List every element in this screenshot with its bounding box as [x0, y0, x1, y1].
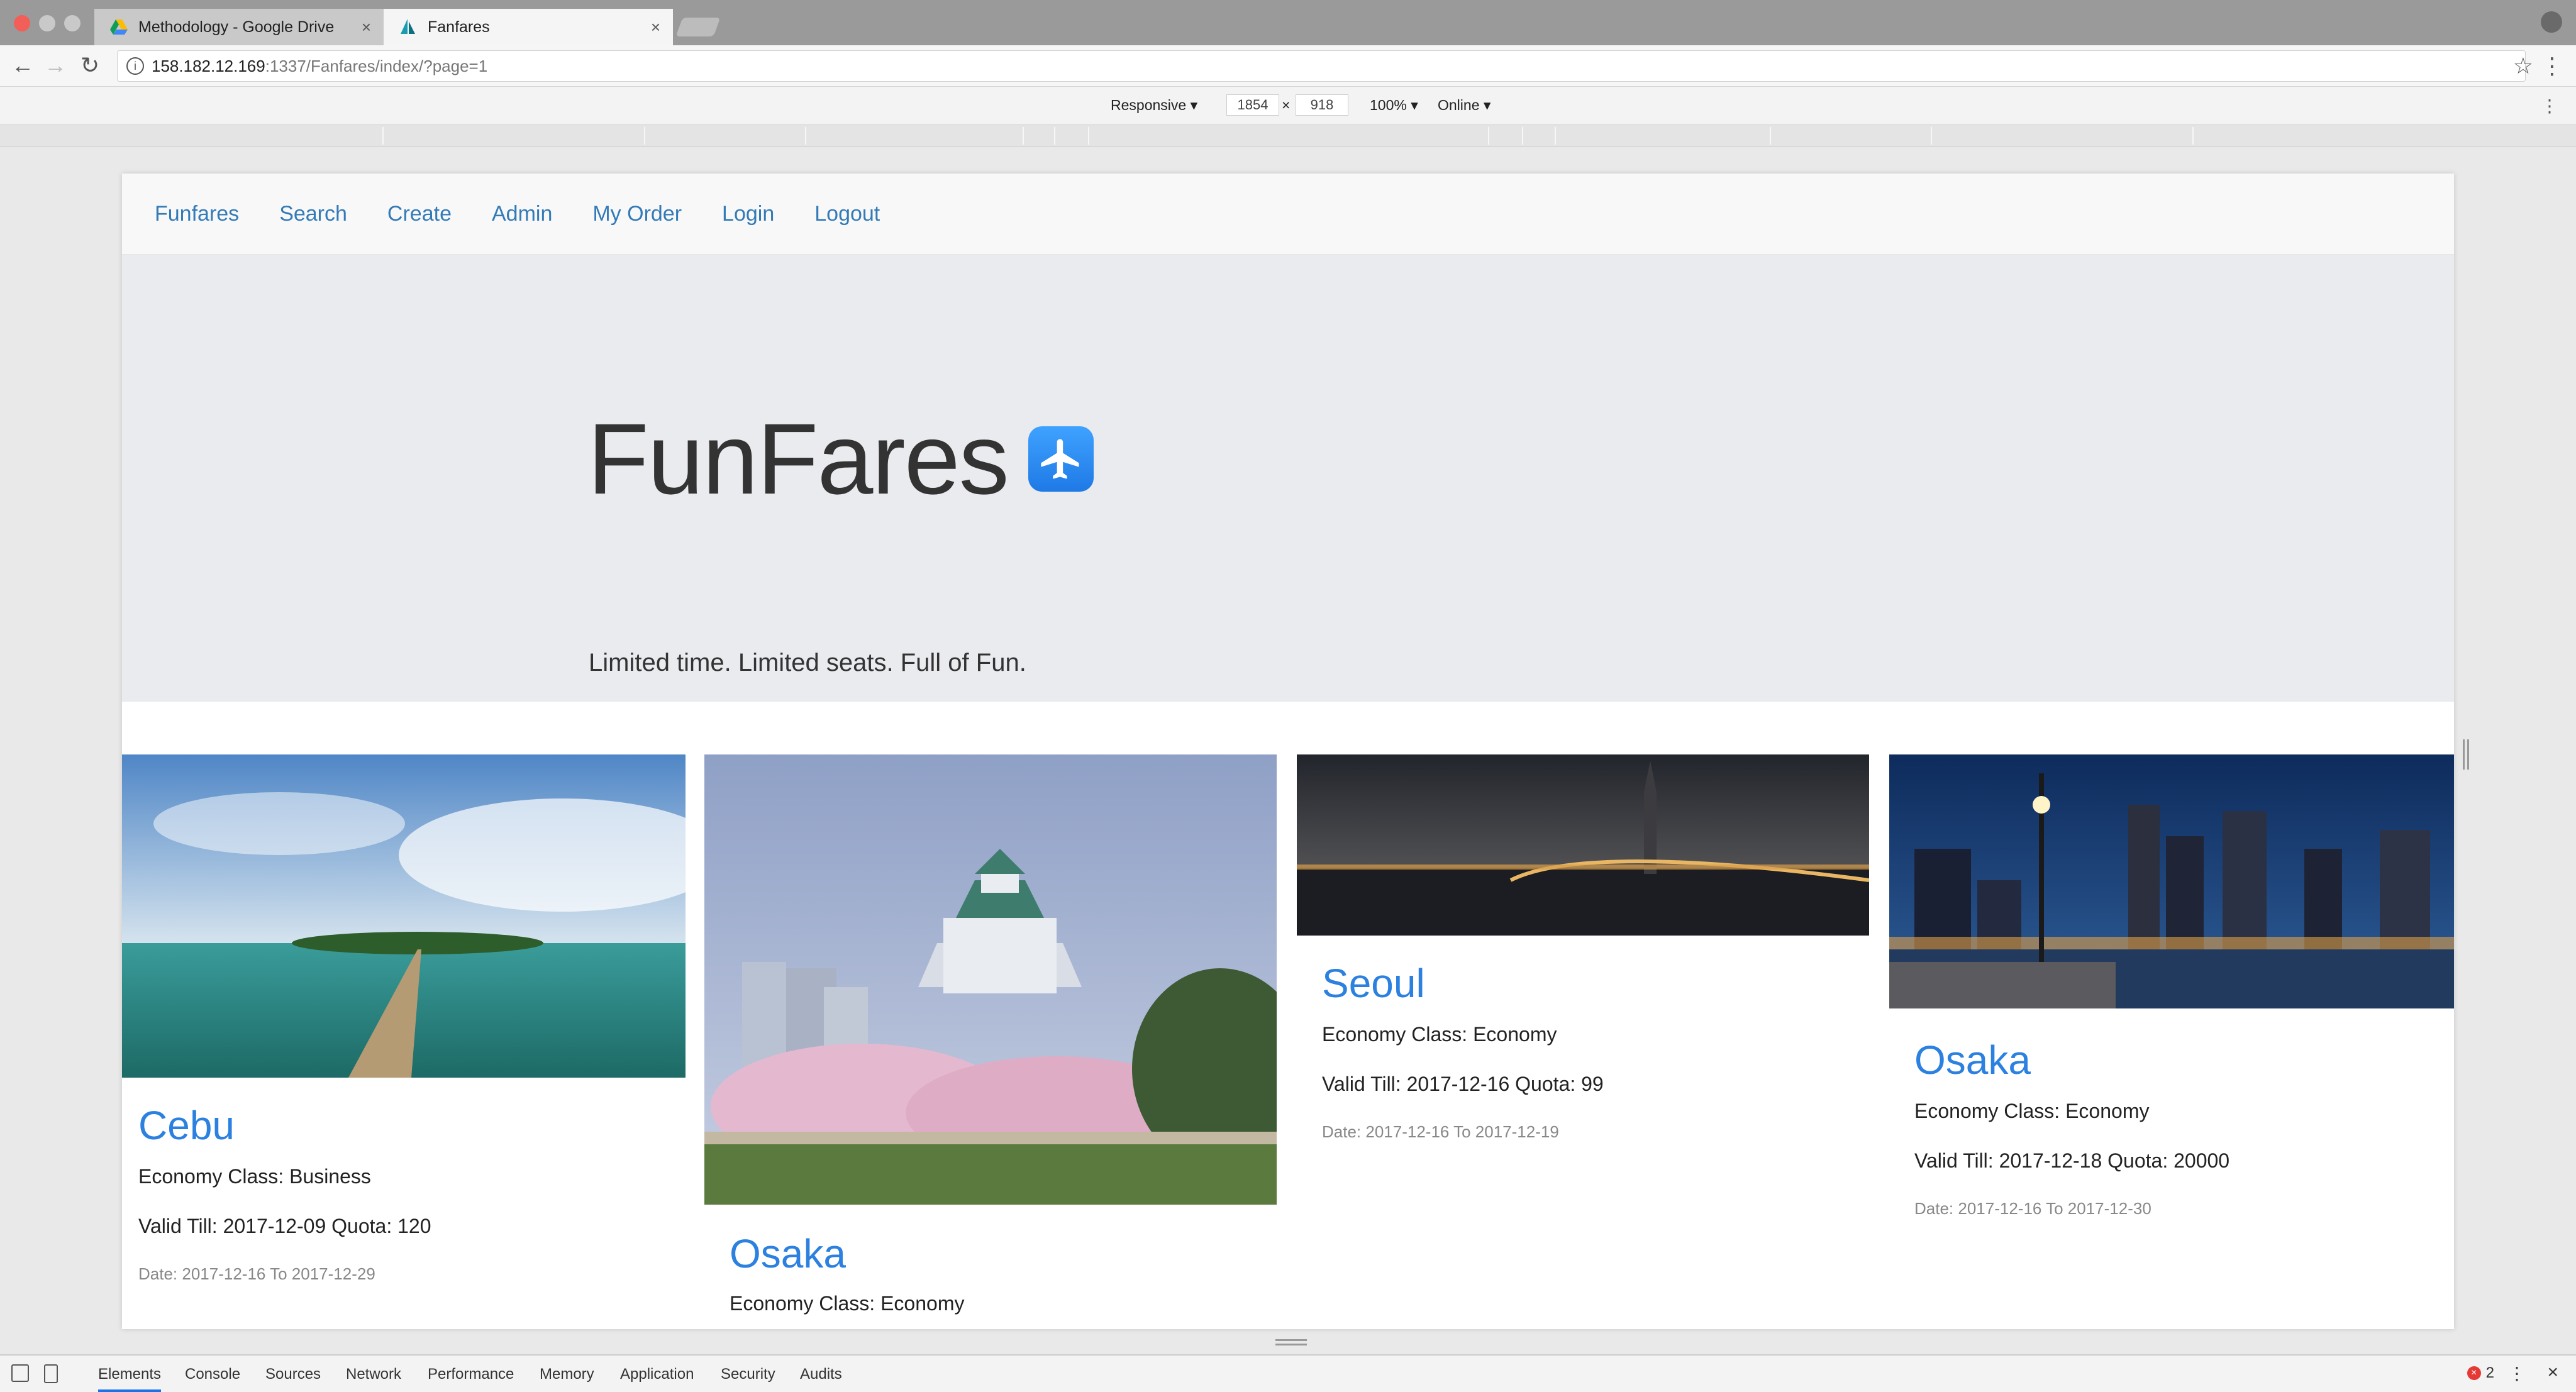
error-counter[interactable]: × 2: [2467, 1364, 2494, 1382]
card-class: Economy Class: Economy: [1914, 1100, 2150, 1122]
close-window-button[interactable]: [14, 15, 30, 31]
nav-link-logout[interactable]: Logout: [814, 202, 880, 226]
hero-title-text: FunFares: [587, 402, 1009, 515]
devtools-tab-memory[interactable]: Memory: [540, 1366, 594, 1383]
zoom-select[interactable]: 100% ▾: [1370, 97, 1418, 114]
card-class: Economy Class: Economy: [730, 1292, 965, 1315]
nav-link-funfares[interactable]: Funfares: [155, 202, 239, 226]
hero-title: FunFares: [587, 401, 1094, 517]
devtools-close-icon[interactable]: ×: [2547, 1362, 2558, 1383]
device-mode-select[interactable]: Responsive ▾: [1111, 97, 1197, 114]
hero-jumbotron: FunFares Limited time. Limited seats. Fu…: [122, 255, 2454, 702]
site-navbar: Funfares Search Create Admin My Order Lo…: [122, 174, 2454, 255]
viewport-height-input[interactable]: 918: [1296, 94, 1348, 116]
card-date-range: Date: 2017-12-16 To 2017-12-19: [1322, 1122, 1559, 1141]
devtools-panel: Elements Console Sources Network Perform…: [0, 1354, 2576, 1392]
tab-title: Methodology - Google Drive: [138, 18, 335, 36]
seoul-night-image[interactable]: [1297, 754, 1870, 936]
card-city[interactable]: Seoul: [1322, 960, 1844, 1007]
error-icon: ×: [2467, 1366, 2481, 1380]
devtools-tab-elements[interactable]: Elements: [98, 1366, 162, 1392]
card-valid-quota: Valid Till: 2017-12-09 Quota: 120: [138, 1215, 431, 1237]
card-city[interactable]: Osaka: [1914, 1037, 2429, 1083]
url-path: :1337/Fanfares/index/?page=1: [265, 56, 488, 75]
url-host: 158.182.12.169: [152, 56, 265, 75]
minimize-window-button[interactable]: [39, 15, 55, 31]
browser-tab-bar: Methodology - Google Drive × Fanfares ×: [0, 0, 2576, 45]
page-viewport: Funfares Search Create Admin My Order Lo…: [122, 174, 2454, 1329]
devtools-tab-network[interactable]: Network: [346, 1366, 401, 1383]
card-date-range: Date: 2017-12-16 To 2017-12-30: [1914, 1199, 2151, 1218]
devtools-tab-security[interactable]: Security: [721, 1366, 775, 1383]
devtools-tab-console[interactable]: Console: [185, 1366, 240, 1383]
card-city[interactable]: Osaka: [730, 1230, 1252, 1277]
card-city[interactable]: Cebu: [138, 1102, 669, 1149]
viewport-width-input[interactable]: 1854: [1226, 94, 1279, 116]
card-class: Economy Class: Business: [138, 1165, 371, 1188]
device-toolbar: Responsive ▾ 1854 × 918 100% ▾ Online ▾ …: [0, 87, 2576, 124]
browser-toolbar: ← → ↻ i 158.182.12.169:1337/Fanfares/ind…: [0, 45, 2576, 87]
viewport-side-resize-handle[interactable]: [2463, 739, 2469, 770]
tab-close-icon[interactable]: ×: [362, 18, 371, 37]
browser-menu-icon[interactable]: ⋮: [2541, 53, 2563, 79]
device-toolbar-more-icon[interactable]: ⋮: [2541, 96, 2558, 116]
hero-tagline: Limited time. Limited seats. Full of Fun…: [589, 649, 1026, 677]
fare-card[interactable]: Osaka Economy Class: Economy Valid Till:…: [1889, 754, 2454, 1218]
site-info-icon[interactable]: i: [126, 57, 144, 75]
google-drive-icon: [110, 19, 128, 35]
card-valid-quota: Valid Till: 2017-12-16 Quota: 99: [1322, 1073, 1604, 1095]
tab-google-drive[interactable]: Methodology - Google Drive ×: [94, 9, 384, 45]
device-toggle-icon[interactable]: [44, 1364, 58, 1383]
osaka-castle-image[interactable]: [704, 754, 1308, 1205]
sail-icon: [401, 19, 415, 34]
devtools-tab-audits[interactable]: Audits: [800, 1366, 842, 1383]
osaka-skyline-image[interactable]: [1889, 754, 2454, 1008]
devtools-menu-icon[interactable]: ⋮: [2508, 1363, 2526, 1384]
back-arrow-icon[interactable]: ←: [11, 53, 34, 78]
cebu-image[interactable]: [122, 754, 726, 1078]
inspect-element-icon[interactable]: [11, 1364, 29, 1382]
viewport-bottom-resize-handle[interactable]: [1275, 1339, 1307, 1345]
bookmark-star-icon[interactable]: ☆: [2513, 53, 2533, 79]
profile-icon[interactable]: [2541, 11, 2562, 33]
airplane-icon: [1028, 426, 1094, 492]
nav-link-login[interactable]: Login: [722, 202, 774, 226]
nav-link-admin[interactable]: Admin: [492, 202, 552, 226]
address-bar[interactable]: i 158.182.12.169:1337/Fanfares/index/?pa…: [117, 50, 2526, 82]
fare-card[interactable]: Seoul Economy Class: Economy Valid Till:…: [1297, 754, 1870, 1142]
card-date-range: Date: 2017-12-16 To 2017-12-29: [138, 1264, 375, 1283]
tab-fanfares[interactable]: Fanfares ×: [384, 9, 673, 45]
card-valid-quota: Valid Till: 2017-12-18 Quota: 20000: [1914, 1149, 2230, 1172]
devtools-tab-performance[interactable]: Performance: [428, 1366, 514, 1383]
fare-card[interactable]: Osaka Economy Class: Economy: [704, 754, 1308, 1315]
tab-close-icon[interactable]: ×: [651, 18, 660, 37]
nav-link-my-order[interactable]: My Order: [592, 202, 682, 226]
maximize-window-button[interactable]: [64, 15, 80, 31]
card-class: Economy Class: Economy: [1322, 1023, 1557, 1046]
dimension-separator: ×: [1282, 97, 1291, 113]
nav-link-create[interactable]: Create: [387, 202, 452, 226]
new-tab-button[interactable]: [675, 18, 721, 36]
fare-card[interactable]: Cebu Economy Class: Business Valid Till:…: [122, 754, 726, 1284]
forward-arrow-icon[interactable]: →: [44, 53, 67, 78]
reload-icon[interactable]: ↻: [80, 53, 99, 78]
nav-link-search[interactable]: Search: [279, 202, 347, 226]
error-count-value: 2: [2485, 1364, 2494, 1381]
network-throttle-select[interactable]: Online ▾: [1438, 97, 1491, 114]
tab-title: Fanfares: [428, 18, 490, 36]
devtools-tab-application[interactable]: Application: [620, 1366, 694, 1383]
devtools-tab-sources[interactable]: Sources: [265, 1366, 321, 1383]
media-query-ruler: [0, 124, 2576, 147]
